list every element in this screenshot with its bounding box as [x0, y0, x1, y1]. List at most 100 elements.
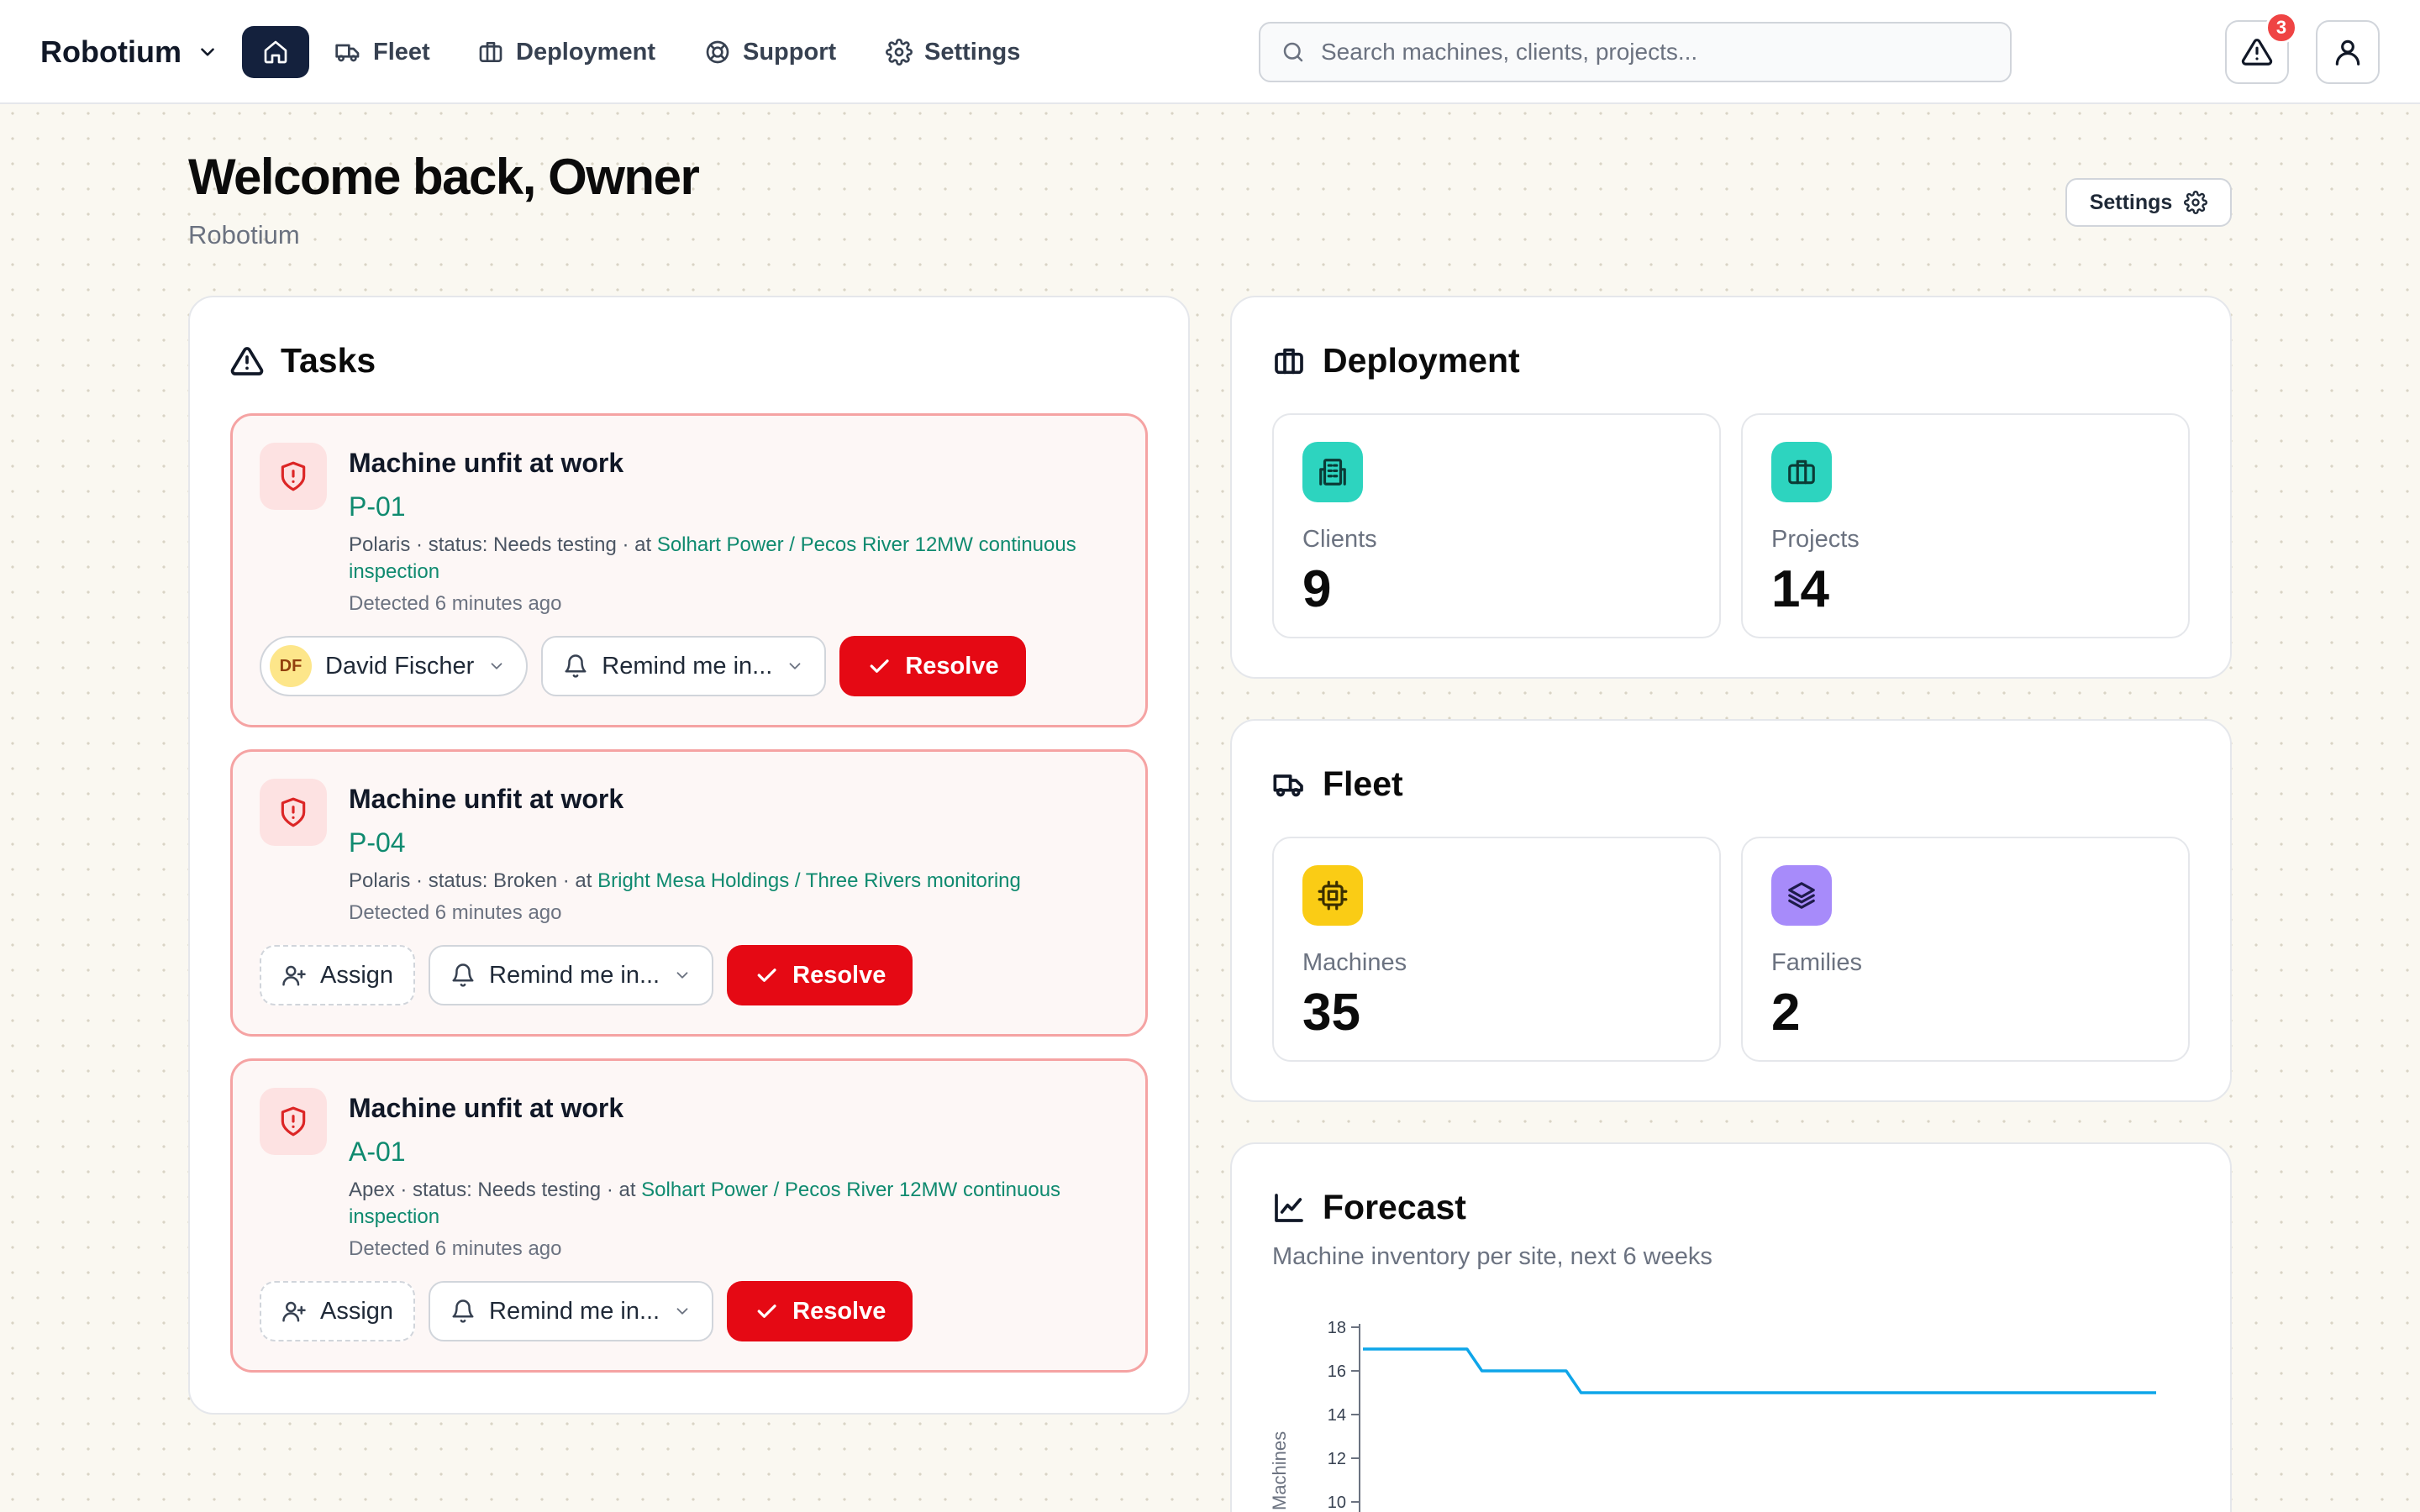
- task-meta: Polaris · status: Broken · at Bright Mes…: [349, 868, 1122, 895]
- nav-support-label: Support: [743, 38, 837, 66]
- task-location-link[interactable]: Bright Mesa Holdings / Three Rivers moni…: [597, 869, 1021, 892]
- resolve-label: Resolve: [792, 961, 886, 989]
- search-bar[interactable]: [1259, 22, 2012, 82]
- stat-clients[interactable]: Clients 9: [1272, 413, 1721, 638]
- task-meta: Polaris · status: Needs testing · at Sol…: [349, 532, 1122, 585]
- chevron-down-icon: [673, 1302, 692, 1320]
- home-icon: [262, 39, 289, 66]
- user-icon: [2332, 36, 2364, 68]
- fleet-title-label: Fleet: [1323, 764, 1403, 803]
- nav-settings-label: Settings: [924, 38, 1021, 66]
- forecast-series-line: [1363, 1347, 2156, 1394]
- page-title: Welcome back, Owner: [188, 149, 700, 205]
- stat-value: 35: [1302, 984, 1360, 1042]
- stat-projects[interactable]: Projects 14: [1741, 413, 2190, 638]
- nav-settings[interactable]: Settings: [886, 34, 1020, 71]
- remind-dropdown[interactable]: Remind me in...: [429, 945, 714, 1005]
- page-subtitle: Robotium: [188, 220, 300, 249]
- remind-label: Remind me in...: [489, 1297, 660, 1325]
- stat-value: 14: [1771, 560, 1829, 618]
- resolve-button[interactable]: Resolve: [727, 945, 913, 1005]
- task-actions: Assign Remind me in... Resolve: [260, 945, 913, 1005]
- check-icon: [866, 654, 892, 679]
- remind-dropdown[interactable]: Remind me in...: [429, 1281, 714, 1341]
- deployment-title: Deployment: [1272, 341, 1520, 381]
- fleet-title: Fleet: [1272, 764, 1403, 804]
- remind-dropdown[interactable]: Remind me in...: [541, 636, 827, 696]
- resolve-label: Resolve: [905, 652, 999, 680]
- cpu-icon: [1302, 865, 1363, 926]
- check-icon: [754, 1299, 779, 1324]
- forecast-card: Forecast Machine inventory per site, nex…: [1230, 1142, 2232, 1512]
- chevron-down-icon: [487, 657, 506, 675]
- search-input[interactable]: [1321, 39, 2010, 66]
- layers-icon: [1771, 865, 1832, 926]
- stat-families[interactable]: Families 2: [1741, 837, 2190, 1062]
- y-tick-label: 10: [1328, 1494, 1346, 1512]
- nav-deployment[interactable]: Deployment: [477, 34, 655, 71]
- task-actions: Assign Remind me in... Resolve: [260, 1281, 913, 1341]
- gear-icon: [2184, 191, 2208, 214]
- chevron-down-icon: [197, 41, 218, 63]
- shield-alert-icon: [260, 1088, 327, 1155]
- resolve-button[interactable]: Resolve: [839, 636, 1026, 696]
- chevron-down-icon: [786, 657, 804, 675]
- assignee-dropdown[interactable]: DF David Fischer: [260, 636, 529, 696]
- nav-fleet[interactable]: Fleet: [334, 34, 430, 71]
- y-axis-label: Machines: [1269, 1431, 1290, 1510]
- user-menu-button[interactable]: [2316, 20, 2380, 84]
- stat-label: Families: [1771, 949, 1862, 976]
- y-tick-label: 18: [1328, 1319, 1346, 1337]
- task-machine-link[interactable]: P-04: [349, 827, 406, 858]
- assign-label: Assign: [320, 961, 394, 989]
- resolve-label: Resolve: [792, 1297, 886, 1325]
- task-detected-time: Detected 6 minutes ago: [349, 1237, 562, 1260]
- remind-label: Remind me in...: [602, 652, 773, 680]
- assign-label: Assign: [320, 1297, 394, 1325]
- alerts-button[interactable]: 3: [2225, 12, 2297, 84]
- y-tick-label: 14: [1328, 1406, 1346, 1425]
- task-meta-prefix: Polaris · status: Needs testing · at: [349, 533, 657, 556]
- assign-button[interactable]: Assign: [260, 945, 416, 1005]
- assign-button[interactable]: Assign: [260, 1281, 416, 1341]
- lifebuoy-icon: [704, 39, 731, 66]
- building-icon: [1302, 442, 1363, 502]
- shield-alert-icon: [260, 443, 327, 510]
- tasks-card: Tasks Machine unfit at work P-01 Polaris…: [188, 296, 1190, 1415]
- task-meta-prefix: Polaris · status: Broken · at: [349, 869, 598, 892]
- task-item: Machine unfit at work P-01 Polaris · sta…: [230, 413, 1148, 727]
- stat-label: Projects: [1771, 526, 1860, 553]
- gear-icon: [886, 39, 913, 66]
- briefcase-icon: [1272, 344, 1306, 378]
- briefcase-icon: [1771, 442, 1832, 502]
- stat-label: Machines: [1302, 949, 1407, 976]
- line-chart-icon: [1272, 1191, 1306, 1225]
- bell-icon: [450, 1299, 476, 1324]
- home-button[interactable]: [242, 26, 309, 78]
- forecast-chart: 18 16 14 12 10 Machines: [1269, 1319, 2156, 1512]
- task-detected-time: Detected 6 minutes ago: [349, 901, 562, 924]
- alert-triangle-icon: [230, 344, 264, 378]
- page-settings-button[interactable]: Settings: [2065, 178, 2232, 227]
- task-title: Machine unfit at work: [349, 448, 624, 478]
- settings-button-label: Settings: [2089, 190, 2173, 214]
- stat-value: 9: [1302, 560, 1332, 618]
- avatar: DF: [270, 645, 312, 687]
- resolve-button[interactable]: Resolve: [727, 1281, 913, 1341]
- deployment-card: Deployment Clients 9 Projects 14: [1230, 296, 2232, 679]
- stat-value: 2: [1771, 984, 1801, 1042]
- brand-name: Robotium: [40, 34, 182, 69]
- remind-label: Remind me in...: [489, 961, 660, 989]
- task-meta-prefix: Apex · status: Needs testing · at: [349, 1179, 642, 1201]
- chevron-down-icon: [673, 966, 692, 984]
- task-machine-link[interactable]: A-01: [349, 1137, 406, 1168]
- task-title: Machine unfit at work: [349, 784, 624, 814]
- stat-machines[interactable]: Machines 35: [1272, 837, 1721, 1062]
- nav-support[interactable]: Support: [704, 34, 836, 71]
- task-machine-link[interactable]: P-01: [349, 491, 406, 522]
- truck-icon: [334, 39, 361, 66]
- task-actions: DF David Fischer Remind me in... Resolve: [260, 636, 1026, 696]
- workspace-switcher[interactable]: Robotium: [40, 32, 218, 72]
- tasks-title: Tasks: [230, 341, 376, 381]
- task-item: Machine unfit at work A-01 Apex · status…: [230, 1058, 1148, 1373]
